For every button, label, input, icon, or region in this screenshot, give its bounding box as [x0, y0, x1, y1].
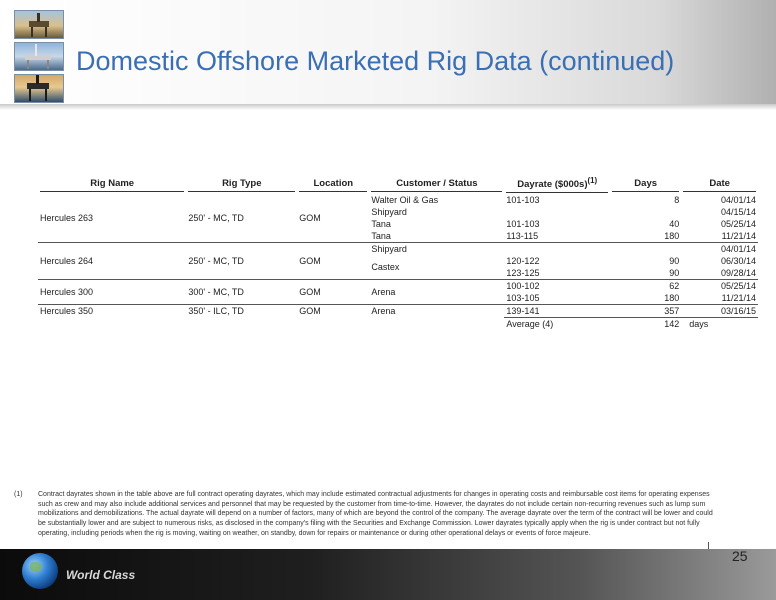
- customer-cell: Shipyard: [369, 242, 505, 256]
- footnote-text: Contract dayrates shown in the table abo…: [38, 491, 713, 537]
- rig-photo-strip: [14, 10, 64, 106]
- footnote-marker: (1): [14, 491, 23, 498]
- date-cell: 06/30/14: [720, 256, 756, 267]
- rig-name-cell: Hercules 263: [40, 213, 94, 224]
- days-cell: 40: [669, 219, 680, 230]
- customer-cell: Walter Oil & Gas: [371, 195, 439, 206]
- dayrate-cell: 101-103: [506, 195, 540, 206]
- dayrate-cell: 120-122: [506, 256, 540, 267]
- dayrate-cell: 123-125: [506, 268, 540, 279]
- dayrate-cell: 139-141: [504, 304, 611, 318]
- col-header-days: Days: [610, 172, 681, 194]
- days-cell: 62: [610, 279, 682, 293]
- date-cell: 04/01/14: [720, 195, 756, 206]
- table-row: Hercules 300 300' - MC, TD GOM Arena 100…: [38, 279, 758, 305]
- rig-data-table: Rig Name Rig Type Location Customer / St…: [38, 172, 758, 331]
- date-cell: 05/25/14: [681, 279, 758, 293]
- rig-type-cell: 350' - ILC, TD: [186, 304, 298, 318]
- rig-type-cell: 250' - MC, TD: [186, 242, 298, 280]
- col-header-customer: Customer / Status: [369, 172, 504, 194]
- date-cell: 04/15/14: [720, 207, 756, 218]
- rig-name-cell: Hercules 300: [38, 279, 187, 305]
- date-cell: 09/28/14: [720, 268, 756, 279]
- col-header-dayrate: Dayrate ($000s)(1): [504, 172, 610, 194]
- dayrate-cell: 101-103: [506, 219, 540, 230]
- location-cell: GOM: [297, 304, 370, 318]
- customer-cell: Shipyard: [371, 207, 407, 218]
- date-cell: 11/21/14: [721, 293, 756, 304]
- offshore-rig-photo: [14, 10, 64, 39]
- rig-name-cell: Hercules 350: [38, 304, 187, 318]
- customer-cell: Tana: [371, 219, 391, 230]
- dayrate-cell: [504, 242, 611, 256]
- customer-cell: Arena: [369, 279, 505, 305]
- average-row: Average (4) 142 days: [38, 317, 758, 331]
- page-title: Domestic Offshore Marketed Rig Data (con…: [76, 46, 675, 76]
- footer-tagline: World Class: [66, 568, 136, 582]
- table-row: Hercules 350 350' - ILC, TD GOM Arena 13…: [38, 304, 758, 318]
- location-cell: GOM: [297, 279, 370, 305]
- average-days-unit: days: [689, 319, 709, 330]
- location-cell: GOM: [297, 242, 370, 280]
- page-number: 25: [732, 548, 748, 564]
- table-header-row: Rig Name Rig Type Location Customer / St…: [38, 172, 758, 194]
- days-cell: [610, 242, 682, 256]
- location-cell: GOM: [299, 213, 321, 224]
- header-shadow: [0, 104, 776, 110]
- offshore-rig-photo: [14, 74, 64, 103]
- customer-cell: Tana: [371, 231, 391, 242]
- days-cell: [610, 206, 681, 218]
- days-cell: 8: [674, 195, 680, 206]
- col-header-location: Location: [297, 172, 369, 194]
- dayrate-cell: [504, 206, 610, 218]
- customer-cell: Castex: [371, 262, 400, 273]
- dayrate-cell: 113-115: [506, 231, 539, 242]
- col-header-rig-type: Rig Type: [186, 172, 297, 194]
- date-cell: 03/16/15: [681, 304, 758, 318]
- days-cell: 180: [664, 231, 680, 242]
- dayrate-footnote-ref: (1): [587, 176, 598, 185]
- rig-type-cell: 250' - MC, TD: [188, 213, 244, 224]
- average-label: Average (4): [504, 317, 611, 331]
- rig-type-cell: 300' - MC, TD: [186, 279, 298, 305]
- table-row: Hercules 263 250' - MC, TD GOM Walter Oi…: [38, 194, 758, 223]
- average-days: 142: [610, 317, 682, 331]
- date-cell: 05/25/14: [720, 219, 756, 230]
- date-cell: 04/01/14: [681, 242, 758, 256]
- col-header-rig-name: Rig Name: [38, 172, 186, 194]
- date-cell: 11/21/14: [721, 231, 756, 242]
- days-cell: 90: [669, 268, 680, 279]
- customer-cell: Arena: [369, 304, 505, 318]
- table-row: Hercules 264 250' - MC, TD GOM Shipyard …: [38, 242, 758, 280]
- col-header-date: Date: [681, 172, 758, 194]
- days-cell: 180: [664, 293, 680, 304]
- footnote: (1) Contract dayrates shown in the table…: [14, 490, 714, 539]
- days-cell: 90: [669, 256, 680, 267]
- dayrate-cell: 100-102: [504, 279, 611, 293]
- dayrate-cell: 103-105: [506, 293, 540, 304]
- offshore-rig-photo: [14, 42, 64, 71]
- days-cell: 357: [610, 304, 682, 318]
- globe-icon: [22, 553, 58, 589]
- rig-name-cell: Hercules 264: [38, 242, 187, 280]
